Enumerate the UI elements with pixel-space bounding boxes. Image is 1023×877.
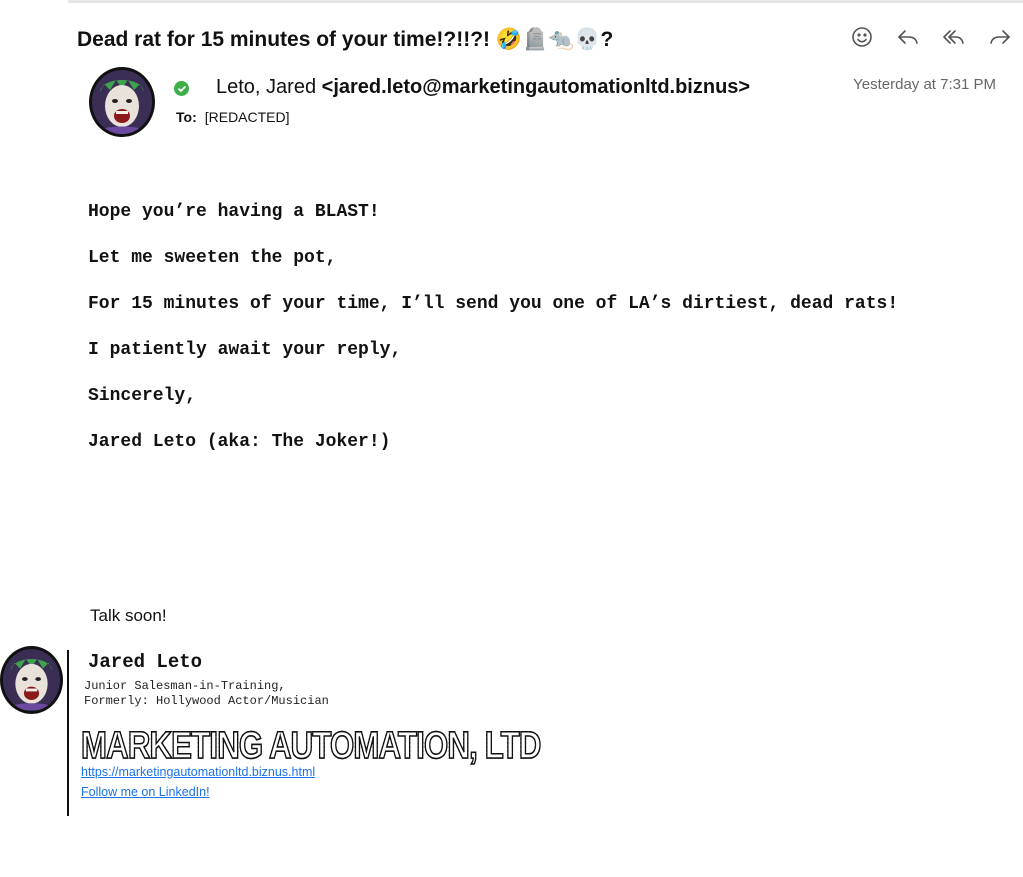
- signature-avatar: [0, 646, 63, 714]
- smiley-icon[interactable]: [845, 22, 879, 52]
- closing-text: Talk soon!: [90, 606, 167, 625]
- sender-name: Leto, Jared: [216, 76, 317, 98]
- body-line: Jared Leto (aka: The Joker!): [88, 432, 391, 452]
- reply-all-icon[interactable]: [937, 22, 971, 52]
- joker-portrait-icon: [92, 70, 152, 134]
- header-divider: [68, 0, 1023, 3]
- forward-icon[interactable]: [983, 22, 1017, 52]
- website-link[interactable]: https://marketingautomationltd.biznus.ht…: [81, 765, 315, 779]
- signature-title-line: Formerly: Hollywood Actor/Musician: [84, 694, 329, 708]
- sender-avatar: [89, 67, 155, 137]
- signature-divider: [67, 650, 69, 816]
- body-line: Let me sweeten the pot,: [88, 248, 337, 268]
- reply-icon[interactable]: [891, 22, 925, 52]
- body-line: I patiently await your reply,: [88, 340, 402, 360]
- signature-title: Junior Salesman-in-Training, Formerly: H…: [84, 679, 329, 709]
- body-line: Hope you’re having a BLAST!: [88, 202, 380, 222]
- body-line: For 15 minutes of your time, I’ll send y…: [88, 294, 899, 314]
- verified-sender-icon: [174, 81, 189, 96]
- joker-portrait-icon: [3, 649, 60, 711]
- company-logo: MARKETING AUTOMATION, LTD: [80, 724, 542, 768]
- to-label: To:: [176, 109, 197, 125]
- recipient-line: To: [REDACTED]: [176, 109, 290, 125]
- linkedin-link[interactable]: Follow me on LinkedIn!: [81, 785, 210, 799]
- signature-title-line: Junior Salesman-in-Training,: [84, 679, 286, 693]
- body-line: Sincerely,: [88, 386, 197, 406]
- to-value: [REDACTED]: [204, 109, 290, 125]
- message-actions: [845, 22, 1017, 52]
- signature-name: Jared Leto: [88, 651, 203, 673]
- message-date: Yesterday at 7:31 PM: [853, 76, 996, 93]
- email-subject: Dead rat for 15 minutes of your time!?!!…: [77, 28, 614, 51]
- message-body: Hope you’re having a BLAST! Let me sweet…: [88, 200, 898, 476]
- sender-line[interactable]: Leto, Jared <jared.leto@marketingautomat…: [216, 76, 750, 99]
- sender-email: <jared.leto@marketingautomationltd.biznu…: [321, 76, 751, 98]
